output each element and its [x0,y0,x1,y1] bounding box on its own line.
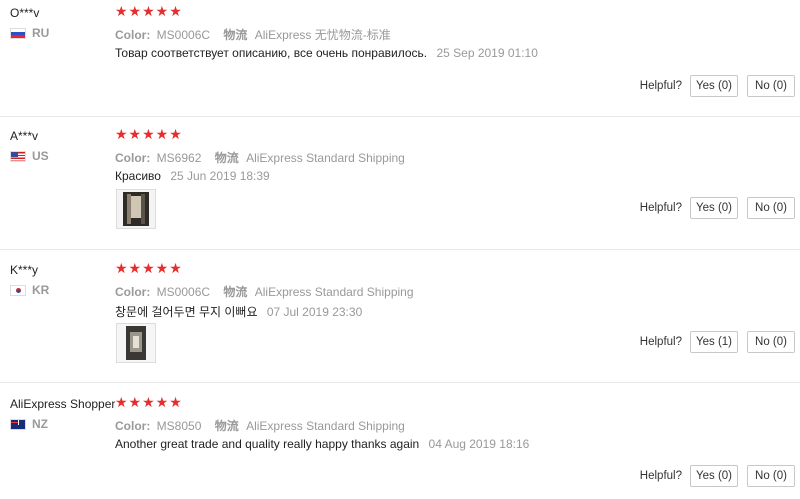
reviewer-country: KR [10,283,49,297]
star-rating: ★★★★★ [115,261,183,277]
review-content: 창문에 걸어두면 무지 이뻐요 07 Jul 2019 23:30 [115,303,362,320]
color-label: Color: [115,285,151,299]
country-code: RU [32,26,50,40]
review-item: A***v US ★★★★★ Color: MS6962 物流 AliExpre… [0,123,800,250]
reviewer-name: A***v [10,129,39,143]
color-value: MS0006C [156,285,211,299]
review-date: 07 Jul 2019 23:30 [266,305,363,319]
helpful-label: Helpful? [639,202,682,214]
color-value: MS6962 [156,151,202,165]
country-code: US [32,149,49,163]
helpful-yes-button[interactable]: Yes (1) [690,331,738,353]
helpful-controls: Helpful? Yes (1) No (0) [640,331,795,353]
helpful-controls: Helpful? Yes (0) No (0) [640,197,795,219]
shipping-value: AliExpress Standard Shipping [254,285,414,299]
review-meta: Color: MS0006C 物流 AliExpress 无忧物流-标准 [115,26,391,43]
review-text: Товар соответствует описанию, все очень … [115,46,428,60]
flag-ru-icon [10,27,26,39]
review-meta: Color: MS8050 物流 AliExpress Standard Shi… [115,417,405,434]
review-text: Красиво [115,169,161,183]
reviewer-name: K***y [10,263,39,277]
review-meta: Color: MS0006C 物流 AliExpress Standard Sh… [115,283,414,300]
review-content: Красиво 25 Jun 2019 18:39 [115,169,270,183]
photo-image [117,190,155,228]
review-photo-thumbnail[interactable] [116,323,156,363]
review-date: 04 Aug 2019 18:16 [428,437,530,451]
review-feed: O***v RU ★★★★★ Color: MS0006C 物流 AliExpr… [0,0,800,499]
helpful-label: Helpful? [639,80,682,92]
shipping-label: 物流 [214,419,239,433]
review-photo-thumbnail[interactable] [116,189,156,229]
country-code: KR [32,283,50,297]
country-code: NZ [32,417,48,431]
reviewer-name: O***v [10,6,40,20]
review-content: Another great trade and quality really h… [115,437,529,451]
reviewer-country: RU [10,26,49,40]
color-value: MS0006C [156,28,211,42]
shipping-value: AliExpress Standard Shipping [246,419,405,433]
color-label: Color: [115,28,151,42]
color-label: Color: [115,151,151,165]
review-date: 25 Jun 2019 18:39 [170,169,270,183]
review-text: 창문에 걸어두면 무지 이뻐요 [115,305,258,319]
review-item: O***v RU ★★★★★ Color: MS0006C 物流 AliExpr… [0,0,800,117]
flag-nz-icon [10,418,26,430]
review-item: AliExpress Shopper NZ ★★★★★ Color: MS805… [0,391,800,499]
star-rating: ★★★★★ [115,127,183,143]
review-date: 25 Sep 2019 01:10 [436,46,538,60]
reviewer-name: AliExpress Shopper [10,397,116,411]
shipping-label: 物流 [223,28,248,42]
shipping-label: 物流 [223,285,248,299]
helpful-label: Helpful? [639,336,682,348]
helpful-no-button[interactable]: No (0) [747,465,795,487]
review-content: Товар соответствует описанию, все очень … [115,46,538,60]
helpful-controls: Helpful? Yes (0) No (0) [640,75,795,97]
shipping-label: 物流 [214,151,239,165]
color-label: Color: [115,419,151,433]
shipping-value: AliExpress Standard Shipping [246,151,405,165]
review-text: Another great trade and quality really h… [115,437,420,451]
flag-kr-icon [10,284,26,296]
helpful-controls: Helpful? Yes (0) No (0) [640,465,795,487]
helpful-label: Helpful? [639,470,682,482]
flag-us-icon [10,150,26,162]
helpful-yes-button[interactable]: Yes (0) [690,75,738,97]
review-meta: Color: MS6962 物流 AliExpress Standard Shi… [115,149,405,166]
star-rating: ★★★★★ [115,4,183,20]
reviewer-country: US [10,149,49,163]
reviewer-country: NZ [10,417,48,431]
helpful-no-button[interactable]: No (0) [747,197,795,219]
color-value: MS8050 [156,419,202,433]
photo-image [117,324,155,362]
helpful-no-button[interactable]: No (0) [747,331,795,353]
review-item: K***y KR ★★★★★ Color: MS0006C 物流 AliExpr… [0,257,800,383]
helpful-no-button[interactable]: No (0) [747,75,795,97]
helpful-yes-button[interactable]: Yes (0) [690,465,738,487]
star-rating: ★★★★★ [115,395,183,411]
helpful-yes-button[interactable]: Yes (0) [690,197,738,219]
shipping-value: AliExpress 无忧物流-标准 [254,28,391,42]
